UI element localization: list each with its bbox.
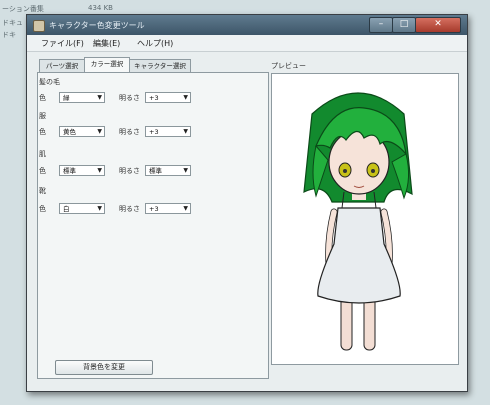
bg-text-line: ドキ xyxy=(2,31,16,39)
color-label: 色 xyxy=(39,94,46,102)
menu-bar: ファイル(F) 編集(E) ヘルプ(H) xyxy=(27,35,467,52)
section-label-skin: 肌 xyxy=(39,150,46,158)
bg-text-line: ドキュ xyxy=(2,19,23,27)
menu-edit[interactable]: 編集(E) xyxy=(93,38,120,49)
color-label: 色 xyxy=(39,205,46,213)
clothes-brightness-select[interactable]: +3 ▼ xyxy=(145,126,191,137)
hair-brightness-select[interactable]: +3 ▼ xyxy=(145,92,191,103)
shoes-brightness-select[interactable]: +3 ▼ xyxy=(145,203,191,214)
chevron-down-icon: ▼ xyxy=(183,205,188,212)
section-label-shoes: 靴 xyxy=(39,187,46,195)
chevron-down-icon: ▼ xyxy=(97,94,102,101)
title-bar[interactable]: キャラクター色変更ツール – □ ✕ xyxy=(27,15,467,35)
chevron-down-icon: ▼ xyxy=(97,128,102,135)
brightness-label: 明るさ xyxy=(119,205,140,213)
color-settings-panel xyxy=(37,72,269,379)
select-value: 緑 xyxy=(63,94,70,102)
preview-panel xyxy=(271,73,459,365)
window-title: キャラクター色変更ツール xyxy=(49,21,145,30)
preview-label: プレビュー xyxy=(271,62,306,70)
section-label-clothes: 服 xyxy=(39,112,46,120)
select-value: 黄色 xyxy=(63,128,76,136)
app-window: キャラクター色変更ツール – □ ✕ ファイル(F) 編集(E) ヘルプ(H) … xyxy=(26,14,468,392)
select-value: +3 xyxy=(149,94,159,102)
bg-file-size: 434 KB xyxy=(88,4,113,12)
select-value: 標準 xyxy=(149,167,162,175)
shoes-color-select[interactable]: 白 ▼ xyxy=(59,203,105,214)
select-value: +3 xyxy=(149,128,159,136)
select-value: 白 xyxy=(63,205,70,213)
chevron-down-icon: ▼ xyxy=(97,167,102,174)
select-value: +3 xyxy=(149,205,159,213)
clothes-color-select[interactable]: 黄色 ▼ xyxy=(59,126,105,137)
tab-parts[interactable]: パーツ選択 xyxy=(39,59,85,73)
color-label: 色 xyxy=(39,167,46,175)
hair-color-select[interactable]: 緑 ▼ xyxy=(59,92,105,103)
minimize-button[interactable]: – xyxy=(369,17,393,33)
chevron-down-icon: ▼ xyxy=(183,167,188,174)
brightness-label: 明るさ xyxy=(119,94,140,102)
character-preview-image xyxy=(303,92,413,351)
menu-file[interactable]: ファイル(F) xyxy=(41,38,84,49)
chevron-down-icon: ▼ xyxy=(183,128,188,135)
close-button[interactable]: ✕ xyxy=(415,17,461,33)
chevron-down-icon: ▼ xyxy=(97,205,102,212)
change-background-color-button[interactable]: 背景色を変更 xyxy=(55,360,153,375)
chevron-down-icon: ▼ xyxy=(183,94,188,101)
color-label: 色 xyxy=(39,128,46,136)
bg-text-line: ーション番集 xyxy=(2,5,44,13)
select-value: 標準 xyxy=(63,167,76,175)
brightness-label: 明るさ xyxy=(119,167,140,175)
brightness-label: 明るさ xyxy=(119,128,140,136)
menu-help[interactable]: ヘルプ(H) xyxy=(137,38,173,49)
section-label-hair: 髪の毛 xyxy=(39,78,60,86)
maximize-button[interactable]: □ xyxy=(392,17,416,33)
skin-brightness-select[interactable]: 標準 ▼ xyxy=(145,165,191,176)
skin-color-select[interactable]: 標準 ▼ xyxy=(59,165,105,176)
app-icon xyxy=(33,20,45,32)
tab-character[interactable]: キャラクター選択 xyxy=(129,59,191,73)
